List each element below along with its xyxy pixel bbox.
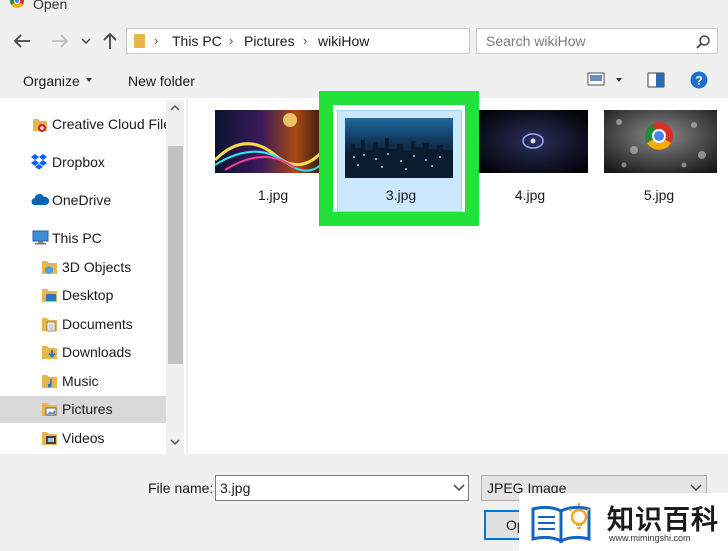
file-tile-3[interactable]: 3.jpg <box>343 98 463 203</box>
watermark: 知识百科 www.mimingshi.com <box>519 493 728 551</box>
command-bar: Organize New folder ? <box>0 66 728 96</box>
desktop-icon <box>41 287 58 303</box>
nav-item-label: This PC <box>52 230 102 246</box>
nav-item-label: OneDrive <box>52 192 112 208</box>
nav-item-this-pc[interactable]: This PC <box>0 225 166 252</box>
chevron-right-icon: › <box>303 33 308 48</box>
nav-item-label: Desktop <box>62 287 114 303</box>
file-name: 5.jpg <box>643 187 675 203</box>
nav-item-creative-cloud[interactable]: Creative Cloud File <box>0 111 171 138</box>
nav-item-music[interactable]: Music <box>0 368 166 395</box>
pictures-icon <box>41 401 58 417</box>
nav-item-3d-objects[interactable]: 3D Objects <box>0 254 166 281</box>
view-options-caret-icon[interactable] <box>616 78 622 82</box>
watermark-url: www.mimingshi.com <box>609 533 691 543</box>
nav-item-documents[interactable]: Documents <box>0 311 166 338</box>
watermark-text: 知识百科 <box>607 505 719 535</box>
nav-item-label: Creative Cloud File <box>52 116 172 132</box>
up-button[interactable] <box>98 30 122 52</box>
svg-text:?: ? <box>695 74 702 88</box>
book-lightbulb-logo <box>529 501 601 545</box>
documents-icon <box>41 316 58 332</box>
nav-item-label: Downloads <box>62 344 132 360</box>
new-folder-button[interactable]: New folder <box>128 73 195 89</box>
file-name: 3.jpg <box>385 187 417 203</box>
nav-item-label: Music <box>62 373 99 389</box>
nav-item-videos[interactable]: Videos <box>0 425 166 452</box>
preview-pane-icon[interactable] <box>647 72 665 88</box>
scrollbar-thumb[interactable] <box>168 146 183 364</box>
back-button[interactable] <box>10 30 34 52</box>
thumbnail-image <box>604 110 717 173</box>
creative-cloud-icon <box>32 115 48 133</box>
forward-button[interactable] <box>48 30 72 52</box>
downloads-icon <box>41 344 58 360</box>
thumbnail-image <box>479 110 588 173</box>
file-tile-5[interactable]: 5.jpg <box>601 98 721 203</box>
change-view-icon[interactable] <box>587 72 605 86</box>
nav-item-pictures[interactable]: Pictures <box>0 396 166 423</box>
dropbox-icon <box>30 154 48 170</box>
breadcrumb-pictures[interactable]: Pictures <box>244 33 295 49</box>
nav-item-label: Documents <box>62 316 133 332</box>
file-name-value[interactable]: 3.jpg <box>220 480 250 496</box>
address-bar[interactable]: › This PC › Pictures › wikiHow <box>126 28 591 54</box>
nav-item-dropbox[interactable]: Dropbox <box>0 149 166 176</box>
videos-icon <box>41 430 58 446</box>
3d-objects-icon <box>41 259 58 275</box>
chevron-down-icon[interactable] <box>453 484 465 492</box>
nav-item-label: Videos <box>62 430 105 446</box>
nav-item-onedrive[interactable]: OneDrive <box>0 187 166 214</box>
chevron-right-icon: › <box>229 33 234 48</box>
file-name: 1.jpg <box>257 187 289 203</box>
nav-item-downloads[interactable]: Downloads <box>0 339 166 366</box>
nav-item-label: 3D Objects <box>62 259 132 275</box>
music-icon <box>41 373 58 389</box>
scroll-down-icon[interactable] <box>170 438 180 446</box>
organize-button[interactable]: Organize <box>23 73 80 89</box>
file-tile-4[interactable]: 4.jpg <box>472 98 592 203</box>
file-name-label: File name: <box>148 480 214 496</box>
nav-item-label: Dropbox <box>52 154 105 170</box>
title-bar: Open <box>0 0 728 14</box>
file-name: 4.jpg <box>514 187 546 203</box>
help-icon[interactable]: ? <box>690 71 708 89</box>
thumbnail-image <box>215 110 331 173</box>
navigation-pane[interactable]: Creative Cloud File Dropbox OneDrive Thi… <box>0 98 186 454</box>
file-name-field[interactable]: 3.jpg <box>215 475 469 501</box>
chrome-icon <box>10 0 24 8</box>
scroll-up-icon[interactable] <box>170 104 180 112</box>
search-icon[interactable] <box>695 34 711 50</box>
search-input[interactable]: Search wikiHow <box>486 33 586 49</box>
file-tile-1[interactable]: 1.jpg <box>215 98 335 203</box>
nav-item-desktop[interactable]: Desktop <box>0 282 166 309</box>
caret-down-icon <box>86 78 92 82</box>
onedrive-icon <box>30 194 50 206</box>
folder-icon <box>134 34 145 48</box>
nav-item-label: Pictures <box>62 401 113 417</box>
chevron-right-icon: › <box>154 33 159 48</box>
computer-icon <box>32 230 49 245</box>
recent-locations-button[interactable] <box>78 30 94 52</box>
chevron-down-icon[interactable] <box>690 484 702 492</box>
breadcrumb-wikihow[interactable]: wikiHow <box>318 33 369 49</box>
thumbnail-image <box>345 118 453 178</box>
window-title: Open <box>33 0 68 12</box>
breadcrumb-this-pc[interactable]: This PC <box>172 33 222 49</box>
search-box[interactable]: Search wikiHow <box>476 28 718 54</box>
